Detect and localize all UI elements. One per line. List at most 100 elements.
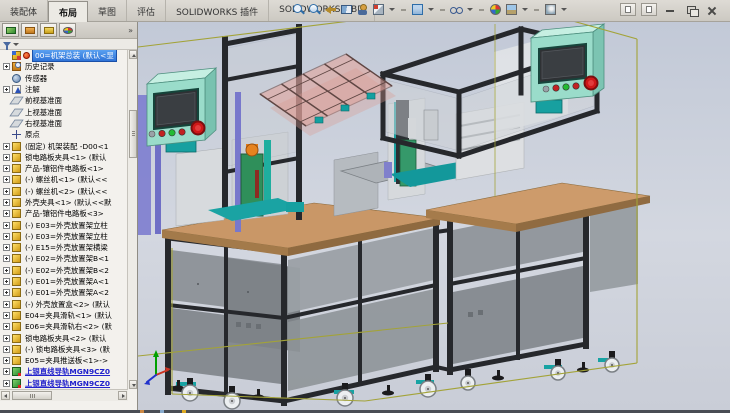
tree-item[interactable]: 产品-镶铝件电路板<3> bbox=[0, 208, 128, 219]
expand-box-icon[interactable] bbox=[3, 63, 10, 70]
tree-item[interactable]: 注解 bbox=[0, 84, 128, 95]
tree-item[interactable]: 产品-镶铝件电路板<1> bbox=[0, 163, 128, 174]
scroll-right-arrow[interactable] bbox=[118, 391, 127, 400]
tree-item[interactable]: 传感器 bbox=[0, 73, 128, 84]
view-settings-icon[interactable] bbox=[544, 3, 557, 16]
expand-box-icon[interactable] bbox=[3, 210, 10, 217]
zoom-to-area-icon[interactable] bbox=[308, 3, 321, 16]
restore-button[interactable] bbox=[683, 3, 699, 16]
expand-box-icon[interactable] bbox=[3, 368, 10, 375]
expand-box-icon[interactable] bbox=[3, 176, 10, 183]
hide-show-items-dropdown-arrow[interactable] bbox=[467, 8, 473, 11]
expand-box-icon[interactable] bbox=[3, 199, 10, 206]
expand-box-icon[interactable] bbox=[3, 278, 10, 285]
expand-box-icon[interactable] bbox=[3, 154, 10, 161]
expand-box-icon[interactable] bbox=[3, 233, 10, 240]
tree-item[interactable]: 锁电路板夹具<1> (默认 bbox=[0, 152, 128, 163]
expand-box-icon[interactable] bbox=[3, 244, 10, 251]
tree-item[interactable]: (-) 锁电路板夹具<3> (默 bbox=[0, 344, 128, 355]
tree-item[interactable]: E04=夹具滑轨<1> (默认 bbox=[0, 310, 128, 321]
tree-item[interactable]: (-) E02=外壳放置架B<2 bbox=[0, 265, 128, 276]
command-tab-assembly[interactable]: 装配体 bbox=[0, 0, 48, 21]
panel-tab-overflow[interactable]: » bbox=[128, 23, 135, 37]
annotation-views-icon[interactable] bbox=[356, 3, 369, 16]
tree-item[interactable]: (-) 螺丝机<2> (默认<< bbox=[0, 186, 128, 197]
tree-item[interactable]: 外壳夹具<1> (默认<<默 bbox=[0, 197, 128, 208]
horizontal-scroll-thumb[interactable] bbox=[12, 391, 52, 400]
minimize-button[interactable] bbox=[662, 3, 678, 16]
tree-item[interactable]: 前视基准面 bbox=[0, 95, 128, 106]
command-tab-sketch[interactable]: 草图 bbox=[88, 0, 127, 21]
tree-filter-row[interactable] bbox=[0, 39, 137, 50]
scroll-down-arrow[interactable] bbox=[129, 380, 137, 389]
tree-item[interactable]: E06=夹具滑轨右<2> (默 bbox=[0, 321, 128, 332]
toolbar-separator bbox=[401, 9, 406, 11]
command-tab-sw-addins[interactable]: SOLIDWORKS 插件 bbox=[166, 0, 269, 21]
tree-vertical-scrollbar[interactable] bbox=[127, 50, 137, 389]
scroll-up-arrow[interactable] bbox=[129, 50, 137, 59]
expand-box-icon[interactable] bbox=[3, 346, 10, 353]
tree-item[interactable]: (-) E03=外壳放置架立柱 bbox=[0, 231, 128, 242]
tree-item[interactable]: 上视基准面 bbox=[0, 106, 128, 117]
tree-item[interactable]: 右视基准面 bbox=[0, 118, 128, 129]
tree-item[interactable]: (-) E03=外壳放置架立柱 bbox=[0, 219, 128, 230]
component-icon bbox=[12, 209, 21, 218]
command-tab-evaluate[interactable]: 评估 bbox=[127, 0, 166, 21]
next-doc-button[interactable] bbox=[641, 3, 657, 16]
tree-item[interactable]: (-) 外壳放置盒<2> (默认 bbox=[0, 299, 128, 310]
left-control-panel[interactable] bbox=[147, 68, 216, 152]
zoom-to-fit-icon[interactable] bbox=[292, 3, 305, 16]
close-button[interactable] bbox=[704, 3, 720, 16]
tree-item[interactable]: 原点 bbox=[0, 129, 128, 140]
tree-item[interactable]: (固定) 机架装配 -D00<1 bbox=[0, 140, 128, 151]
filter-dropdown-icon[interactable] bbox=[13, 43, 19, 46]
configmanager-tab[interactable] bbox=[40, 23, 57, 37]
hide-show-items-icon[interactable] bbox=[450, 3, 463, 16]
expand-box-icon[interactable] bbox=[3, 188, 10, 195]
tree-item[interactable]: (-) E02=外壳放置架B<1 bbox=[0, 253, 128, 264]
scroll-left-arrow[interactable] bbox=[1, 391, 10, 400]
vertical-scroll-thumb[interactable] bbox=[129, 110, 137, 158]
view-orientation-dropdown-arrow[interactable] bbox=[428, 8, 434, 11]
section-view-icon[interactable] bbox=[340, 3, 353, 16]
expand-box-icon[interactable] bbox=[3, 86, 10, 93]
expand-box-icon[interactable] bbox=[3, 357, 10, 364]
tree-item[interactable]: 历史记录 bbox=[0, 61, 128, 72]
tree-item[interactable]: 上银直线导轨MGN9CZ0 bbox=[0, 378, 128, 389]
displaymanager-tab[interactable] bbox=[59, 23, 76, 37]
command-tab-layout[interactable]: 布局 bbox=[48, 1, 88, 22]
graphics-area[interactable] bbox=[138, 22, 730, 410]
prev-doc-button[interactable] bbox=[620, 3, 636, 16]
expand-box-icon[interactable] bbox=[3, 312, 10, 319]
tree-item[interactable]: E05=夹具推送板<1>-> bbox=[0, 355, 128, 366]
propertymanager-tab[interactable] bbox=[21, 23, 38, 37]
tree-item[interactable]: (-) E01=外壳放置架A<1 bbox=[0, 276, 128, 287]
expand-box-icon[interactable] bbox=[3, 255, 10, 262]
tree-item[interactable]: 上银直线导轨MGN9CZ0 bbox=[0, 366, 128, 377]
edit-appearance-icon[interactable] bbox=[489, 3, 502, 16]
apply-scene-dropdown-arrow[interactable] bbox=[522, 8, 528, 11]
tree-horizontal-scrollbar[interactable] bbox=[0, 389, 128, 401]
expand-box-icon[interactable] bbox=[3, 301, 10, 308]
tree-item[interactable]: (-) E15=外壳放置架横梁 bbox=[0, 242, 128, 253]
expand-box-icon[interactable] bbox=[3, 335, 10, 342]
tree-item[interactable]: 锁电路板夹具<2> (默认 bbox=[0, 332, 128, 343]
view-orientation-icon[interactable] bbox=[411, 3, 424, 16]
expand-box-icon[interactable] bbox=[3, 143, 10, 150]
apply-scene-icon[interactable] bbox=[505, 3, 518, 16]
previous-view-icon[interactable] bbox=[324, 3, 337, 16]
display-style-dropdown-arrow[interactable] bbox=[389, 8, 395, 11]
expand-box-icon[interactable] bbox=[3, 222, 10, 229]
assembly-3d-view[interactable] bbox=[138, 22, 730, 410]
tree-item[interactable]: 00=机架总装 (默认<显 bbox=[0, 50, 128, 61]
featuremanager-tab[interactable] bbox=[2, 23, 19, 37]
expand-box-icon[interactable] bbox=[3, 323, 10, 330]
expand-box-icon[interactable] bbox=[3, 289, 10, 296]
tree-item[interactable]: (-) E01=外壳放置架A<2 bbox=[0, 287, 128, 298]
expand-box-icon[interactable] bbox=[3, 267, 10, 274]
expand-box-icon[interactable] bbox=[3, 165, 10, 172]
view-settings-dropdown-arrow[interactable] bbox=[561, 8, 567, 11]
display-style-icon[interactable] bbox=[372, 3, 385, 16]
expand-box-icon[interactable] bbox=[3, 380, 10, 387]
tree-item[interactable]: (-) 螺丝机<1> (默认<< bbox=[0, 174, 128, 185]
